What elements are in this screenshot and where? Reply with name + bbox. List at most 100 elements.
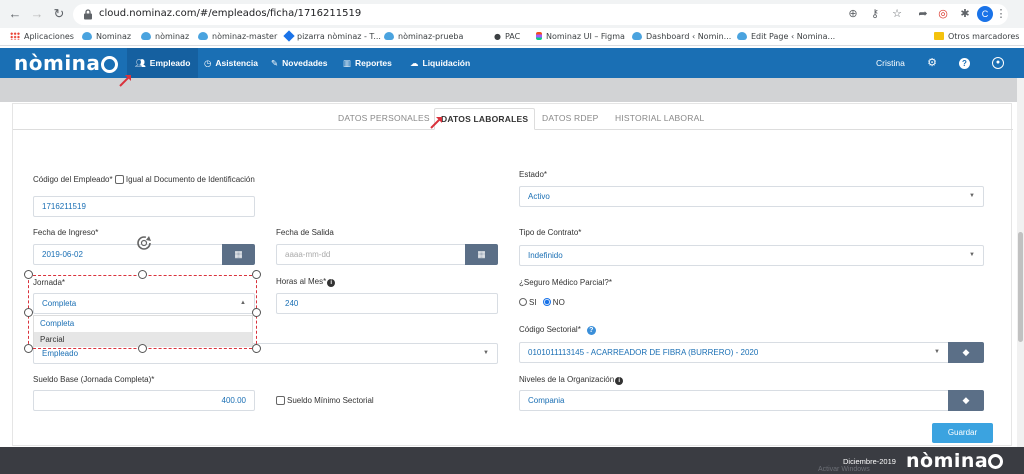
tab-datos-personales[interactable]: DATOS PERSONALES bbox=[332, 108, 436, 130]
resize-handle[interactable] bbox=[252, 344, 261, 353]
resize-handle[interactable] bbox=[138, 270, 147, 279]
niveles-organizacion-input[interactable]: Compania bbox=[519, 390, 949, 411]
app-footer: Diciembre-2019 Activar Windows nòmina bbox=[0, 447, 1024, 474]
lock-icon bbox=[84, 9, 92, 20]
niveles-organizacion-label: Niveles de la Organización i bbox=[519, 375, 624, 385]
horas-mes-label: Horas al Mes* i bbox=[276, 277, 336, 287]
estado-select[interactable]: Activo ▼ bbox=[519, 186, 984, 207]
codigo-sectorial-select[interactable]: 0101011113145 - ACARREADOR DE FIBRA (BUR… bbox=[519, 342, 949, 363]
location-icon[interactable]: ⊕ bbox=[845, 6, 861, 22]
resize-handle[interactable] bbox=[252, 308, 261, 317]
codigo-empleado-label: Código del Empleado* Igual al Documento … bbox=[33, 175, 255, 184]
tipo-contrato-select[interactable]: Indefinido ▼ bbox=[519, 245, 984, 266]
codigo-empleado-input[interactable]: 1716211519 bbox=[33, 196, 255, 217]
bookmark-nominaz-prueba[interactable]: nòminaz-prueba bbox=[384, 31, 463, 43]
reload-icon[interactable]: ↻ bbox=[51, 6, 67, 22]
back-arrow-icon[interactable]: ← bbox=[7, 6, 23, 22]
form-tabs: DATOS PERSONALES DATOS LABORALES DATOS R… bbox=[13, 104, 1013, 130]
menu-empleado[interactable]: 👥︎ Empleado bbox=[127, 48, 199, 78]
logo-ring-icon bbox=[988, 454, 1004, 469]
cloud-icon bbox=[737, 32, 747, 40]
bookmark-nominaz-2[interactable]: nòminaz bbox=[141, 31, 189, 43]
menu-novedades[interactable]: ✎ Novedades bbox=[263, 48, 335, 78]
rotate-handle-icon[interactable] bbox=[135, 234, 153, 252]
sueldo-minimo-checkbox[interactable] bbox=[276, 396, 285, 405]
bookmark-apps[interactable]: Aplicaciones bbox=[10, 31, 74, 43]
account-icon[interactable]: ● bbox=[992, 57, 1004, 69]
igual-documento-checkbox[interactable] bbox=[114, 175, 124, 184]
nominaz-logo[interactable]: nòmina bbox=[14, 53, 119, 73]
bookmark-other[interactable]: Otros marcadores bbox=[934, 31, 1019, 43]
menu-asistencia[interactable]: ◷ Asistencia bbox=[196, 48, 266, 78]
cloud-icon bbox=[82, 32, 92, 40]
chevron-down-icon: ▼ bbox=[483, 350, 489, 356]
seguro-no-radio[interactable] bbox=[542, 298, 551, 306]
cloud-icon bbox=[632, 32, 642, 40]
puzzle-icon[interactable]: ✱ bbox=[957, 6, 973, 22]
horas-mes-input[interactable]: 240 bbox=[276, 293, 498, 314]
bookmark-edit-page[interactable]: Edit Page ‹ Nomina... bbox=[737, 31, 835, 43]
figma-icon bbox=[536, 32, 542, 40]
resize-handle[interactable] bbox=[24, 308, 33, 317]
scrollbar-thumb[interactable] bbox=[1018, 232, 1023, 342]
calendar-icon[interactable]: ▦ bbox=[222, 244, 255, 265]
menu-reportes[interactable]: ▥ Reportes bbox=[335, 48, 400, 78]
share-arrow-icon[interactable]: ➦ bbox=[915, 6, 931, 22]
bookmark-pac[interactable]: ● PAC bbox=[494, 31, 520, 43]
resize-handle[interactable] bbox=[138, 344, 147, 353]
forward-arrow-icon[interactable]: → bbox=[29, 6, 45, 22]
resize-handle[interactable] bbox=[24, 270, 33, 279]
folder-icon bbox=[934, 32, 944, 40]
tab-datos-laborales[interactable]: DATOS LABORALES bbox=[434, 108, 536, 130]
bookmark-nominaz[interactable]: Nominaz bbox=[82, 31, 131, 43]
menu-liquidacion[interactable]: ☁ Liquidación bbox=[402, 48, 478, 78]
bookmark-dashboard[interactable]: Dashboard ‹ Nomin... bbox=[632, 31, 731, 43]
apps-grid-icon bbox=[10, 32, 20, 40]
browser-toolbar: ← → ↻ cloud.nominaz.com/#/empleados/fich… bbox=[0, 0, 1024, 28]
url-text[interactable]: cloud.nominaz.com/#/empleados/ficha/1716… bbox=[99, 8, 361, 19]
fecha-salida-input[interactable]: aaaa-mm-dd bbox=[276, 244, 466, 265]
settings-gears-icon[interactable]: ⚙ bbox=[925, 56, 939, 70]
fecha-ingreso-input[interactable]: 2019-06-02 bbox=[33, 244, 223, 265]
info-icon[interactable]: i bbox=[327, 279, 336, 287]
period-date: Diciembre-2019 bbox=[843, 457, 896, 466]
sueldo-minimo-label: Sueldo Mínimo Sectorial bbox=[276, 396, 374, 405]
more-menu-icon[interactable]: ⋮ bbox=[993, 6, 1009, 22]
annotation-arrow-icon bbox=[430, 117, 442, 129]
help-icon[interactable]: ? bbox=[959, 58, 970, 69]
sub-header-band bbox=[0, 78, 1024, 102]
resize-handle[interactable] bbox=[252, 270, 261, 279]
profile-avatar[interactable]: C bbox=[977, 6, 993, 22]
tab-datos-rdep[interactable]: DATOS RDEP bbox=[536, 108, 604, 130]
cloud-upload-icon: ☁ bbox=[410, 58, 419, 68]
address-bar[interactable]: cloud.nominaz.com/#/empleados/ficha/1716… bbox=[73, 4, 1008, 25]
cloud-icon bbox=[141, 32, 151, 40]
selection-box[interactable] bbox=[28, 275, 257, 349]
info-icon[interactable]: i bbox=[615, 377, 624, 385]
bookmark-pizarra[interactable]: pizarra nòminaz - T... bbox=[283, 30, 381, 43]
seguro-medico-label: ¿Seguro Médico Parcial?* bbox=[519, 278, 612, 287]
tag-icon[interactable]: ◆ bbox=[948, 390, 984, 411]
user-name[interactable]: Cristina bbox=[876, 48, 905, 78]
bookmark-nominaz-master[interactable]: nòminaz-master bbox=[198, 31, 277, 43]
target-extension-icon[interactable]: ◎ bbox=[935, 6, 951, 22]
tag-icon[interactable]: ◆ bbox=[948, 342, 984, 363]
key-icon[interactable]: ⚷ bbox=[867, 6, 883, 22]
resize-handle[interactable] bbox=[24, 344, 33, 353]
tab-historial-laboral[interactable]: HISTORIAL LABORAL bbox=[609, 108, 710, 130]
cloud-icon bbox=[198, 32, 208, 40]
tipo-contrato-label: Tipo de Contrato* bbox=[519, 228, 582, 237]
help-circle-icon[interactable]: ? bbox=[586, 326, 596, 335]
chevron-down-icon: ▼ bbox=[969, 193, 975, 199]
star-icon[interactable]: ☆ bbox=[889, 6, 905, 22]
estado-label: Estado* bbox=[519, 170, 548, 179]
chevron-down-icon: ▼ bbox=[934, 349, 940, 355]
calendar-icon[interactable]: ▦ bbox=[465, 244, 498, 265]
footer-logo: nòmina bbox=[906, 450, 1004, 472]
save-button[interactable]: Guardar bbox=[932, 423, 993, 443]
seguro-si-radio[interactable] bbox=[519, 298, 527, 306]
users-icon: 👥︎ bbox=[135, 58, 146, 68]
sueldo-base-input[interactable]: 400.00 bbox=[33, 390, 255, 411]
bookmark-figma[interactable]: Nominaz UI – Figma bbox=[536, 31, 625, 43]
annotation-arrow-icon bbox=[119, 75, 131, 87]
